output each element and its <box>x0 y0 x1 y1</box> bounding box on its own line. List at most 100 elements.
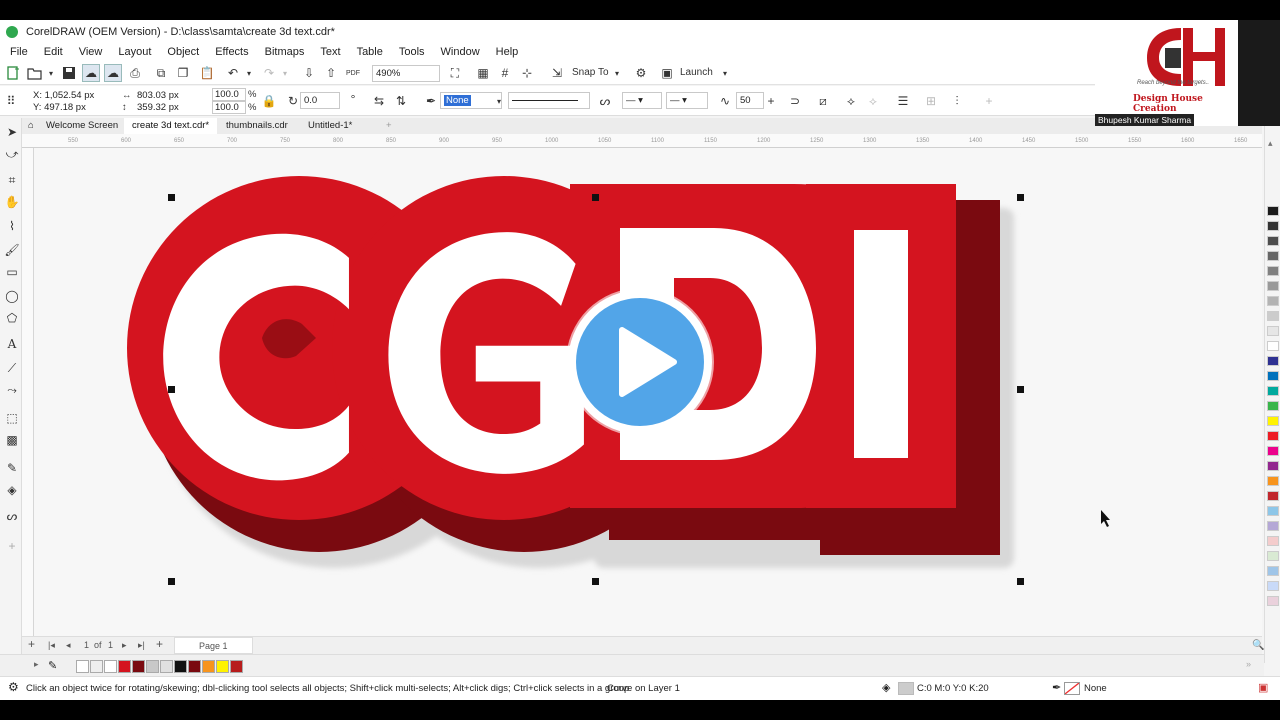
palette-swatch[interactable] <box>1267 581 1279 591</box>
palette-swatch[interactable] <box>1267 536 1279 546</box>
palette-eyedropper-icon[interactable]: ✎ <box>48 659 57 672</box>
paste-icon[interactable]: 📋 <box>198 64 216 82</box>
outline-width-dropdown-icon[interactable]: ▾ <box>490 92 508 110</box>
add-page-after-icon[interactable]: + <box>156 637 163 651</box>
status-notification-icon[interactable]: ▣ <box>1258 681 1268 694</box>
menu-tools[interactable]: Tools <box>393 46 431 58</box>
new-tab-plus-icon[interactable]: + <box>378 118 400 134</box>
zoom-level-input[interactable]: 490% <box>372 65 440 82</box>
eyedropper-tool-icon[interactable]: ✎ <box>4 460 20 476</box>
line-style-select[interactable] <box>508 92 590 109</box>
height-field[interactable]: 359.32 px <box>134 100 206 117</box>
palette-swatch[interactable] <box>1267 296 1279 306</box>
palette-expand-icon[interactable]: ▸ <box>34 659 39 670</box>
crop-tool-icon[interactable]: ⌗ <box>4 172 20 188</box>
palette-swatch[interactable] <box>1267 506 1279 516</box>
ellipse-tool-icon[interactable]: ◯ <box>4 288 20 304</box>
snap-to-label[interactable]: Snap To <box>572 67 609 78</box>
transparency-tool-icon[interactable]: ▩ <box>4 432 20 448</box>
palette-swatch[interactable] <box>1267 416 1279 426</box>
palette-swatch[interactable] <box>1267 311 1279 321</box>
menu-view[interactable]: View <box>73 46 109 58</box>
tab-untitled[interactable]: Untitled-1* <box>300 118 360 134</box>
video-play-button[interactable] <box>568 290 712 434</box>
smart-fill-icon[interactable]: ᔕ <box>4 508 20 524</box>
palette-scroll-up-icon[interactable]: ▴ <box>1268 138 1273 149</box>
mirror-horizontal-icon[interactable]: ⇆ <box>370 92 388 110</box>
show-rulers-icon[interactable]: ▦ <box>474 64 492 82</box>
cut-icon[interactable]: ⧉ <box>152 64 170 82</box>
lock-ratio-icon[interactable]: 🔒 <box>260 92 278 110</box>
palette-scroll-right-icon[interactable]: » <box>1246 659 1251 669</box>
group-icon[interactable]: ⊞ <box>922 92 940 110</box>
rotation-angle-field[interactable]: 0.0 <box>300 92 340 109</box>
object-origin-icon[interactable]: ⠿ <box>2 92 20 110</box>
export-icon[interactable]: ⇧ <box>322 64 340 82</box>
menu-edit[interactable]: Edit <box>38 46 69 58</box>
menu-table[interactable]: Table <box>351 46 389 58</box>
cloud-download-icon[interactable]: ☁ <box>104 64 122 82</box>
show-guidelines-icon[interactable]: ⊹ <box>518 64 536 82</box>
mirror-vertical-icon[interactable]: ⇅ <box>392 92 410 110</box>
smoothing-plus-icon[interactable]: + <box>762 92 780 110</box>
launch-label[interactable]: Launch <box>680 67 713 78</box>
palette-swatch[interactable] <box>1267 236 1279 246</box>
full-screen-icon[interactable]: ⛶ <box>446 64 464 82</box>
smoothing-field[interactable]: 50 <box>736 92 764 109</box>
palette-swatch[interactable] <box>1267 281 1279 291</box>
artistic-media-icon[interactable]: 🖌 <box>4 242 20 258</box>
palette-swatch[interactable] <box>1267 596 1279 606</box>
trim-icon[interactable]: ⟡ <box>842 92 860 110</box>
polygon-tool-icon[interactable]: ⬠ <box>4 310 20 326</box>
scale-height-field[interactable]: 100.0 <box>212 101 246 114</box>
palette-swatch[interactable] <box>1267 356 1279 366</box>
palette-swatch[interactable] <box>1267 491 1279 501</box>
last-page-icon[interactable]: ▸| <box>138 640 145 651</box>
palette-swatch[interactable] <box>1267 206 1279 216</box>
palette-swatch[interactable] <box>1267 566 1279 576</box>
curve-smoothing-icon[interactable]: ∿ <box>716 92 734 110</box>
save-icon[interactable] <box>60 64 78 82</box>
document-palette-swatch[interactable] <box>160 660 173 673</box>
convert-outline-icon[interactable]: ᔕ <box>596 92 614 110</box>
outline-pen-icon[interactable]: ✒ <box>422 92 440 110</box>
end-arrowhead-select[interactable]: ― ▾ <box>666 92 708 109</box>
palette-swatch[interactable] <box>1267 551 1279 561</box>
shadow-tool-icon[interactable]: ⬚ <box>4 410 20 426</box>
menu-window[interactable]: Window <box>435 46 486 58</box>
pick-tool-icon[interactable]: ➤ <box>4 124 20 140</box>
document-palette-swatch[interactable] <box>76 660 89 673</box>
palette-swatch[interactable] <box>1267 341 1279 351</box>
text-wrap-icon[interactable]: ⊃ <box>786 92 804 110</box>
weld-icon[interactable]: ⟡ <box>864 92 882 110</box>
snap-to-dropdown-icon[interactable]: ▾ <box>608 64 626 82</box>
publish-pdf-icon[interactable]: PDF <box>344 64 362 82</box>
menu-file[interactable]: File <box>4 46 34 58</box>
document-palette-swatch[interactable] <box>104 660 117 673</box>
document-palette-swatch[interactable] <box>90 660 103 673</box>
palette-swatch[interactable] <box>1267 446 1279 456</box>
palette-swatch[interactable] <box>1267 326 1279 336</box>
palette-swatch[interactable] <box>1267 386 1279 396</box>
outline-pen-status-icon[interactable]: ✒ <box>1052 681 1061 694</box>
menu-text[interactable]: Text <box>314 46 346 58</box>
palette-swatch[interactable] <box>1267 461 1279 471</box>
menu-object[interactable]: Object <box>161 46 205 58</box>
document-palette-swatch[interactable] <box>216 660 229 673</box>
rectangle-tool-icon[interactable]: ▭ <box>4 264 20 280</box>
document-palette-swatch[interactable] <box>132 660 145 673</box>
palette-swatch[interactable] <box>1267 401 1279 411</box>
document-palette-swatch[interactable] <box>188 660 201 673</box>
next-page-icon[interactable]: ▸ <box>122 640 127 651</box>
menu-effects[interactable]: Effects <box>209 46 254 58</box>
palette-swatch[interactable] <box>1267 371 1279 381</box>
document-palette-swatch[interactable] <box>202 660 215 673</box>
tab-welcome-screen[interactable]: Welcome Screen <box>38 118 126 134</box>
document-palette-swatch[interactable] <box>146 660 159 673</box>
quick-customize-icon[interactable]: + <box>4 538 20 554</box>
launch-icon[interactable]: ▣ <box>658 64 676 82</box>
copy-icon[interactable]: ❐ <box>174 64 192 82</box>
menu-layout[interactable]: Layout <box>112 46 157 58</box>
interactive-fill-icon[interactable]: ◈ <box>4 482 20 498</box>
palette-swatch[interactable] <box>1267 431 1279 441</box>
